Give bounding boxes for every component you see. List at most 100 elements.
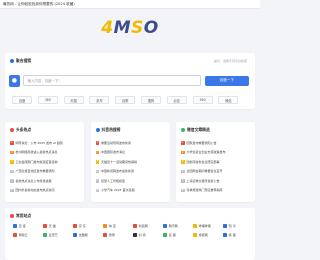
favorite-site-link[interactable]: 哔哩哔哩 — [193, 224, 223, 228]
favorite-site-link[interactable]: 淘 宝 — [103, 224, 133, 228]
favorite-site-label: 携 程 — [228, 233, 236, 237]
favorite-site-link[interactable]: 京 东 — [73, 224, 103, 228]
list-item-text: 国内外最新动态发布热点新闻 — [15, 188, 55, 193]
list-item[interactable]: 6 国内外最新动态发布热点新闻 — [10, 186, 80, 196]
favorite-sites-grid: 百 度 天 猫 京 东 淘 宝 新浪网 腾讯网 哔哩哔哩 知 乎网易云 爱奇艺 优酷网 微博 抖 音 豆… — [13, 224, 253, 237]
list-item[interactable]: 2 杭州网络科技进入最新热点消息 — [10, 148, 80, 158]
favorite-site-link[interactable]: 知 乎 — [223, 224, 253, 228]
favorite-site-label: 搜狐网 — [198, 233, 208, 237]
favorite-site-link[interactable]: 爱奇艺 — [43, 233, 73, 237]
list-item-text: 国务院常务会议研究部署 — [186, 159, 220, 164]
search-engine-icon[interactable]: ● — [9, 74, 20, 87]
list-item[interactable]: 2 大学生就业创业支持政策发布 — [181, 148, 251, 158]
douyin-hot-title: 抖音热搜榜 — [101, 127, 121, 132]
favorite-site-link[interactable]: 携 程 — [223, 233, 253, 237]
site-favicon-icon — [103, 233, 107, 237]
rank-badge: 4 — [95, 169, 99, 173]
search-button[interactable]: 百度一下 — [204, 75, 249, 86]
tab-engine[interactable]: 谷歌 — [115, 96, 136, 104]
star-icon — [10, 214, 14, 218]
douyin-hot-heading: 抖音热搜榜 — [95, 127, 121, 133]
list-item-text: 大学生就业创业支持政策发布 — [186, 150, 226, 155]
tab-engine[interactable]: 搜狗 — [140, 96, 161, 104]
favorite-site-label: 知 乎 — [228, 224, 236, 228]
wechat-articles-title: 微信文章精选 — [187, 127, 210, 132]
favorite-site-link[interactable]: 天 猫 — [43, 224, 73, 228]
list-item[interactable]: 4 中国新闻网发布最新新闻 — [95, 167, 166, 177]
list-item-text: 小米汽车 2025 首次亮相 — [101, 188, 135, 193]
favorite-site-label: 抖 音 — [138, 233, 146, 237]
list-item-text: 最新热点消息公布科技进展 — [15, 178, 52, 183]
site-favicon-icon — [133, 224, 137, 228]
list-item[interactable]: 4 全国两会期间重要会议召开 — [181, 167, 251, 177]
favorite-site-link[interactable]: 百 度 — [13, 224, 43, 228]
favorite-site-link[interactable]: 新浪网 — [133, 224, 163, 228]
hot-news-card: 头条热点 1 网传消息：公布 2025 发布 AI 趋势 2 杭州网络科技进入最新热… — [5, 122, 84, 202]
logo-char-2: M — [113, 18, 132, 38]
site-favicon-icon — [223, 224, 227, 228]
list-item[interactable]: 1 网传消息：公布 2025 发布 AI 趋势 — [10, 138, 80, 148]
search-engine-tabs: 百度 360 天猫 京东 谷歌 搜狗 必应 360 微信 — [12, 96, 244, 104]
list-item[interactable]: 3 国务院常务会议研究部署 — [181, 157, 251, 167]
search-input[interactable]: 输入内容，百度一下！ — [22, 75, 201, 86]
list-item-text: 卫生健康部门发布新冠疫苗接种 — [15, 159, 58, 164]
site-favicon-icon — [43, 233, 47, 237]
rank-badge: 1 — [181, 141, 185, 145]
tab-engine[interactable]: 微信 — [218, 96, 239, 104]
list-item[interactable]: 6 冬季旅游热门景区推荐指南 — [181, 186, 251, 196]
favorite-site-link[interactable]: 豆 瓣 — [163, 233, 193, 237]
list-item[interactable]: 1 国家发布重要通知公告 — [181, 138, 251, 148]
search-bar: ● 输入内容，百度一下！ 百度一下 — [9, 74, 249, 87]
site-favicon-icon — [223, 233, 227, 237]
list-item[interactable]: 5 最新热点消息公布科技进展 — [10, 176, 80, 186]
favorite-site-link[interactable]: 网易云 — [13, 233, 43, 237]
tab-engine[interactable]: 百度 — [12, 96, 32, 104]
tab-engine[interactable]: 360 — [37, 96, 58, 104]
list-item[interactable]: 4 广西壮族自治区发布重要通知 — [10, 167, 80, 177]
site-favicon-icon — [163, 233, 167, 237]
tab-engine[interactable]: 必应 — [166, 96, 187, 104]
site-favicon-icon — [193, 233, 197, 237]
douyin-hot-list: 1 重要活动现场发布新闻 2 中国国际发布消息 3 天猫双十一活动期间热销榜 4 中国新… — [95, 138, 166, 196]
list-item[interactable]: 1 重要活动现场发布新闻 — [95, 138, 166, 148]
favorite-site-label: 优酷网 — [78, 233, 88, 237]
favorite-site-label: 淘 宝 — [108, 224, 116, 228]
favorite-site-link[interactable]: 抖 音 — [133, 233, 163, 237]
site-favicon-icon — [163, 224, 167, 228]
list-item[interactable]: 5 上海证券交易所最新公告 — [181, 176, 251, 186]
rank-badge: 6 — [10, 188, 14, 192]
music-icon — [95, 128, 100, 132]
favorite-site-label: 豆 瓣 — [168, 233, 176, 237]
favorite-site-link[interactable]: 腾讯网 — [163, 224, 193, 228]
favorite-site-label: 微博 — [108, 233, 115, 237]
wechat-articles-card: 微信文章精选 1 国家发布重要通知公告 2 大学生就业创业支持政策发布 3 国务院常务… — [176, 122, 255, 202]
logo-char-4: O — [143, 18, 159, 38]
rank-badge: 6 — [181, 188, 185, 192]
favorite-site-label: 百 度 — [18, 224, 26, 228]
window-title: 最热网 - 让你轻松找到你想要的 (2024 收藏) — [3, 1, 75, 6]
list-item[interactable]: 3 卫生健康部门发布新冠疫苗接种 — [10, 157, 80, 167]
favorite-site-link[interactable]: 搜狐网 — [193, 233, 223, 237]
list-item[interactable]: 2 中国国际发布消息 — [95, 148, 166, 158]
fire-icon — [10, 128, 14, 132]
tab-engine[interactable]: 360 — [192, 96, 213, 104]
site-favicon-icon — [73, 233, 77, 237]
tab-engine[interactable]: 京东 — [89, 96, 110, 104]
favorite-site-label: 网易云 — [18, 233, 28, 237]
tab-engine[interactable]: 天猫 — [63, 96, 84, 104]
list-item-text: 国家发布重要通知公告 — [186, 140, 217, 145]
list-item-text: 冬季旅游热门景区推荐指南 — [186, 188, 223, 193]
list-item[interactable]: 5 接受人工智能模型 — [95, 176, 166, 186]
wechat-icon — [181, 128, 185, 132]
site-favicon-icon — [43, 224, 47, 228]
favorite-site-link[interactable]: 优酷网 — [73, 233, 103, 237]
list-item-text: 中国国际发布消息 — [101, 150, 126, 155]
wechat-articles-list: 1 国家发布重要通知公告 2 大学生就业创业支持政策发布 3 国务院常务会议研究部署 … — [181, 138, 251, 195]
favorite-site-link[interactable]: 微博 — [103, 233, 133, 237]
favorite-sites-heading: 常用站点 — [10, 213, 31, 219]
rank-badge: 2 — [10, 150, 14, 154]
site-logo[interactable]: 4MSO — [0, 18, 260, 38]
list-item[interactable]: 6 小米汽车 2025 首次亮相 — [95, 186, 166, 196]
list-item[interactable]: 3 天猫双十一活动期间热销榜 — [95, 157, 166, 167]
search-card-heading: 聚合搜索 — [10, 58, 31, 64]
